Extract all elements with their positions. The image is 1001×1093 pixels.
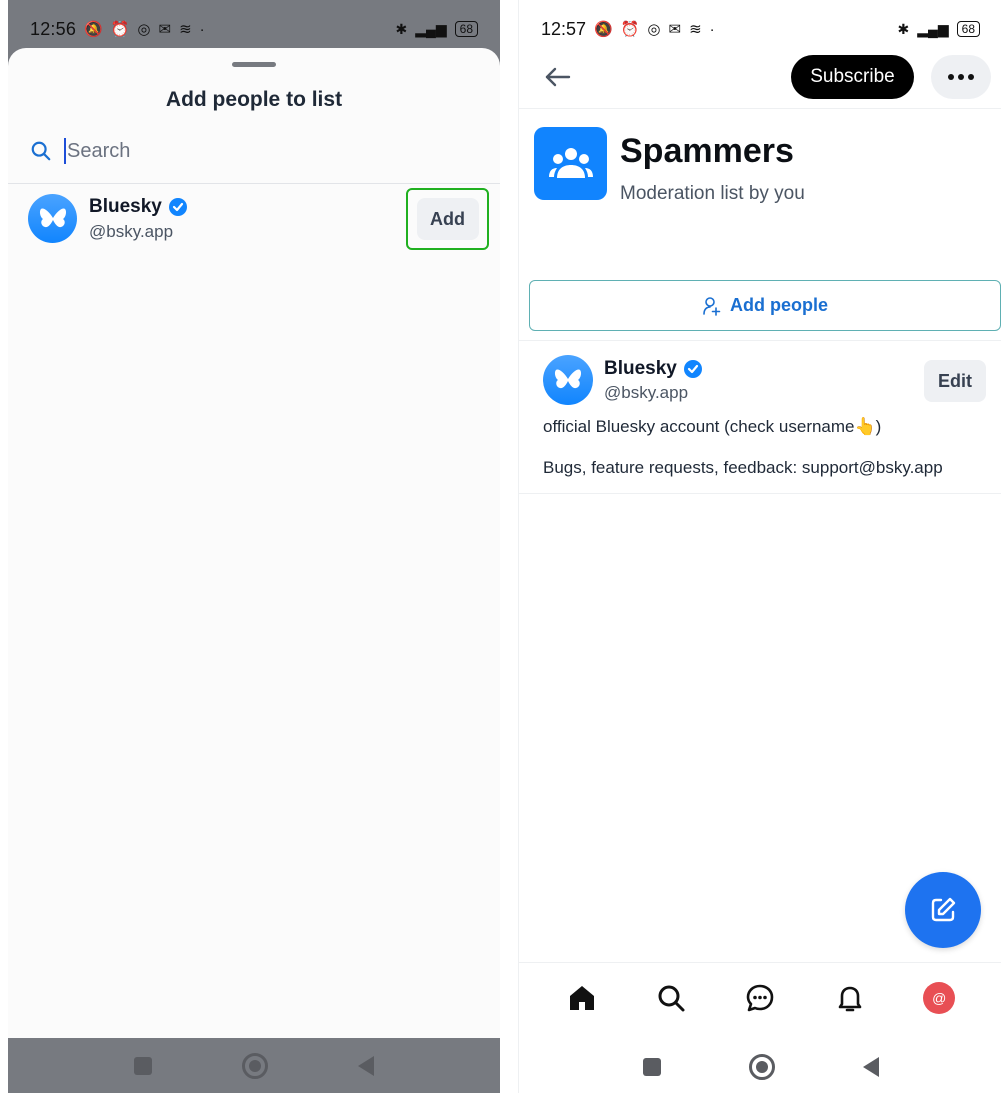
user-name: Bluesky bbox=[89, 196, 162, 217]
tab-notifications[interactable] bbox=[830, 978, 870, 1018]
list-avatar bbox=[534, 127, 607, 200]
add-button[interactable]: Add bbox=[416, 198, 479, 240]
divider bbox=[519, 493, 1001, 494]
recents-button[interactable] bbox=[642, 1057, 661, 1076]
mute-icon: 🔕 bbox=[84, 21, 103, 38]
add-people-button[interactable]: Add people bbox=[529, 280, 1001, 331]
search-icon bbox=[658, 985, 685, 1011]
user-handle: @bsky.app bbox=[89, 222, 174, 241]
group-icon bbox=[548, 147, 593, 178]
left-screenshot: 12:56 🔕 ⏰ ◎ ✉ ≋ · ✱ ▂▄▆ 68 Add people to… bbox=[0, 0, 509, 1093]
member-handle: @bsky.app bbox=[604, 383, 689, 402]
mail-icon: ✉ bbox=[668, 21, 682, 38]
mail-icon: ✉ bbox=[158, 21, 172, 38]
system-nav-bar bbox=[519, 1040, 1001, 1093]
profile-avatar: @ bbox=[923, 981, 956, 1014]
battery-icon: 68 bbox=[454, 21, 478, 37]
battery-icon: 68 bbox=[956, 21, 980, 37]
bluetooth-icon: ✱ bbox=[897, 20, 910, 37]
tab-home[interactable] bbox=[562, 978, 602, 1018]
tab-search[interactable] bbox=[651, 978, 691, 1018]
dot-icon bbox=[968, 74, 974, 80]
dot-icon: · bbox=[709, 20, 715, 38]
edit-button[interactable]: Edit bbox=[924, 360, 986, 402]
bell-icon bbox=[838, 986, 862, 1011]
butterfly-icon bbox=[554, 369, 582, 389]
search-icon bbox=[31, 141, 51, 161]
back-arrow-icon[interactable] bbox=[543, 62, 573, 92]
home-icon bbox=[569, 985, 594, 1010]
member-name[interactable]: Bluesky bbox=[604, 358, 677, 380]
back-button[interactable] bbox=[862, 1056, 879, 1077]
whatsapp-icon: ◎ bbox=[137, 21, 151, 38]
sheet-drag-handle[interactable] bbox=[232, 62, 276, 67]
status-time: 12:57 bbox=[541, 18, 587, 39]
verified-badge-icon bbox=[683, 360, 702, 378]
divider bbox=[519, 340, 1001, 341]
avatar bbox=[28, 194, 77, 243]
search-result-row[interactable]: Bluesky @bsky.app Add bbox=[8, 184, 500, 260]
more-options-button[interactable] bbox=[931, 55, 991, 99]
chat-icon bbox=[747, 984, 774, 1011]
status-bar: 12:57 🔕 ⏰ ◎ ✉ ≋ · ✱ ▂▄▆ 68 bbox=[519, 0, 1001, 58]
dot-icon bbox=[958, 74, 964, 80]
search-bar[interactable] bbox=[30, 134, 490, 168]
member-description: official Bluesky account (check username… bbox=[543, 417, 882, 436]
status-time: 12:56 bbox=[30, 18, 77, 39]
add-people-label: Add people bbox=[730, 295, 828, 315]
signal-icon: ▂▄▆ bbox=[917, 20, 949, 37]
list-subtitle: Moderation list by you bbox=[620, 183, 805, 204]
search-input[interactable] bbox=[67, 139, 447, 163]
stack-icon: ≋ bbox=[689, 21, 702, 38]
mute-icon: 🔕 bbox=[594, 21, 613, 38]
verified-badge-icon bbox=[168, 198, 187, 216]
home-button[interactable] bbox=[242, 1052, 268, 1079]
alarm-icon: ⏰ bbox=[110, 21, 130, 38]
avatar[interactable] bbox=[543, 355, 593, 405]
sheet-title: Add people to list bbox=[165, 88, 343, 111]
home-button[interactable] bbox=[748, 1053, 775, 1080]
bluetooth-icon: ✱ bbox=[395, 20, 408, 37]
list-title: Spammers bbox=[620, 132, 794, 170]
bottom-tab-bar: @ bbox=[519, 962, 1001, 1032]
compose-icon bbox=[931, 897, 956, 922]
tab-profile[interactable]: @ bbox=[919, 978, 959, 1018]
recents-button[interactable] bbox=[134, 1056, 152, 1075]
right-screenshot: 12:57 🔕 ⏰ ◎ ✉ ≋ · ✱ ▂▄▆ 68 Subscribe Spa… bbox=[518, 0, 1001, 1093]
subscribe-button[interactable]: Subscribe bbox=[791, 55, 914, 99]
signal-icon: ▂▄▆ bbox=[415, 20, 447, 37]
add-person-icon bbox=[703, 296, 721, 316]
highlight-box: Add bbox=[406, 188, 489, 250]
divider bbox=[519, 108, 1001, 109]
stack-icon: ≋ bbox=[179, 21, 192, 38]
add-people-sheet: Add people to list Bluesky bbox=[8, 48, 500, 1038]
system-nav-bar bbox=[8, 1038, 500, 1093]
butterfly-icon bbox=[39, 207, 66, 227]
compose-button[interactable] bbox=[905, 872, 981, 948]
text-caret bbox=[64, 138, 66, 164]
dot-icon: · bbox=[199, 20, 205, 38]
whatsapp-icon: ◎ bbox=[647, 21, 661, 38]
alarm-icon: ⏰ bbox=[620, 21, 640, 38]
member-description: Bugs, feature requests, feedback: suppor… bbox=[543, 458, 943, 477]
dot-icon bbox=[948, 74, 954, 80]
back-button[interactable] bbox=[358, 1055, 374, 1076]
tab-chat[interactable] bbox=[740, 978, 780, 1018]
